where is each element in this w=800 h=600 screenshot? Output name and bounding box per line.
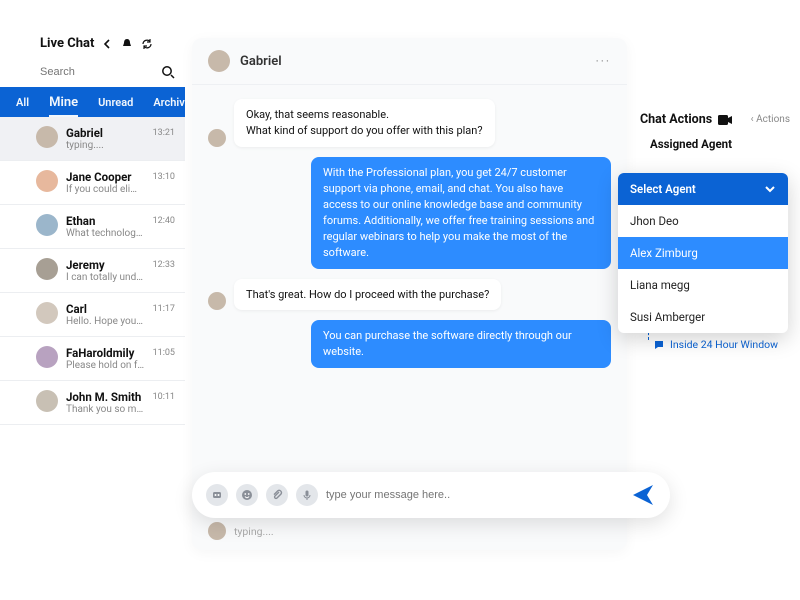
message-input[interactable] (326, 489, 622, 501)
emoji-icon[interactable] (236, 484, 258, 506)
chat-item-name: Gabriel (66, 126, 145, 140)
message-bubble: With the Professional plan, you get 24/7… (311, 157, 611, 269)
chat-item-time: 13:10 (153, 172, 175, 182)
message-bubble: You can purchase the software directly t… (311, 320, 611, 368)
chat-item-name: FaHaroldmily (66, 346, 145, 360)
chevron-left-icon[interactable] (100, 37, 114, 51)
chat-item-main: John M. SmithThank you so much... (66, 390, 145, 415)
refresh-icon[interactable] (140, 37, 154, 51)
chat-item-preview: If you could elim... (66, 184, 145, 195)
bot-icon[interactable] (206, 484, 228, 506)
chat-item-name: Jeremy (66, 258, 145, 272)
back-link[interactable]: ‹ Actions (751, 114, 790, 125)
chat-item-name: Jane Cooper (66, 170, 145, 184)
sidebar: Live Chat AllMineUnreadArchived Gabrielt… (0, 30, 185, 425)
agent-option[interactable]: Alex Zimburg (618, 237, 788, 269)
contact-avatar-small (208, 292, 226, 310)
chat-item-main: CarlHello. Hope you are ... (66, 302, 145, 327)
chat-item-name: Ethan (66, 214, 145, 228)
chat-list-item[interactable]: CarlHello. Hope you are ... 11:17 (0, 293, 185, 337)
bell-icon[interactable] (120, 37, 134, 51)
chat-item-preview: typing.... (66, 140, 145, 151)
agent-option[interactable]: Jhon Deo (618, 205, 788, 237)
video-icon[interactable] (718, 115, 732, 125)
send-button[interactable] (630, 482, 656, 508)
agent-dropdown-toggle[interactable]: Select Agent (618, 173, 788, 205)
agent-dropdown-label: Select Agent (630, 182, 696, 196)
contact-avatar (208, 50, 230, 72)
more-icon[interactable]: ··· (596, 54, 611, 68)
actions-title: Chat Actions (640, 112, 712, 127)
sidebar-header: Live Chat (0, 30, 185, 61)
chat-item-preview: I can totally understand..... (66, 272, 145, 283)
search-input[interactable] (40, 66, 150, 78)
search-row (0, 61, 185, 87)
avatar (36, 390, 58, 412)
chat-list-item[interactable]: FaHaroldmilyPlease hold on for ... 11:05 (0, 337, 185, 381)
chat-item-time: 13:21 (153, 128, 175, 138)
chat-item-preview: Please hold on for ... (66, 360, 145, 371)
typing-text: typing.... (234, 525, 274, 538)
chat-list-item[interactable]: John M. SmithThank you so much... 10:11 (0, 381, 185, 425)
tab-mine[interactable]: Mine (39, 95, 88, 110)
chat-filter-tabs: AllMineUnreadArchived (0, 87, 185, 117)
avatar (36, 214, 58, 236)
chat-list-item[interactable]: JeremyI can totally understand..... 12:33 (0, 249, 185, 293)
message-bubble: Okay, that seems reasonable.What kind of… (234, 99, 495, 147)
message-row: With the Professional plan, you get 24/7… (208, 157, 611, 269)
agent-option[interactable]: Susi Amberger (618, 301, 788, 333)
chat-list-item[interactable]: Jane CooperIf you could elim... 13:10 (0, 161, 185, 205)
contact-avatar-small (208, 522, 226, 540)
chat-item-main: JeremyI can totally understand..... (66, 258, 145, 283)
search-icon[interactable] (161, 65, 175, 79)
chat-item-preview: Hello. Hope you are ... (66, 316, 145, 327)
message-list: Okay, that seems reasonable.What kind of… (192, 85, 627, 518)
typing-indicator: typing.... (192, 518, 627, 550)
status-text: Inside 24 Hour Window (670, 338, 778, 351)
avatar (36, 346, 58, 368)
chat-item-preview: What technology are you... (66, 228, 145, 239)
tab-all[interactable]: All (0, 96, 39, 109)
chat-list-item[interactable]: EthanWhat technology are you... 12:40 (0, 205, 185, 249)
message-row: That's great. How do I proceed with the … (208, 279, 611, 311)
chat-item-main: FaHaroldmilyPlease hold on for ... (66, 346, 145, 371)
chat-actions-panel: Chat Actions ‹ Actions Assigned Agent (640, 112, 790, 157)
chat-item-main: Gabrieltyping.... (66, 126, 145, 151)
chat-item-time: 11:05 (153, 348, 175, 358)
chat-icon (654, 340, 664, 350)
mic-icon[interactable] (296, 484, 318, 506)
chat-item-main: EthanWhat technology are you... (66, 214, 145, 239)
chat-item-name: John M. Smith (66, 390, 145, 404)
agent-option[interactable]: Liana megg (618, 269, 788, 301)
sidebar-title: Live Chat (40, 36, 94, 51)
message-row: Okay, that seems reasonable.What kind of… (208, 99, 611, 147)
assigned-agent-label: Assigned Agent (650, 137, 790, 151)
chat-item-time: 12:33 (153, 260, 175, 270)
avatar (36, 302, 58, 324)
status-row[interactable]: Inside 24 Hour Window (654, 338, 778, 351)
chat-item-time: 11:17 (153, 304, 175, 314)
conversation-header: Gabriel ··· (192, 38, 627, 85)
chat-item-name: Carl (66, 302, 145, 316)
actions-header: Chat Actions ‹ Actions (640, 112, 790, 127)
chat-item-time: 10:11 (153, 392, 175, 402)
chat-list: Gabrieltyping.... 13:21 Jane CooperIf you … (0, 117, 185, 425)
chat-item-time: 12:40 (153, 216, 175, 226)
attach-icon[interactable] (266, 484, 288, 506)
message-bubble: That's great. How do I proceed with the … (234, 279, 501, 311)
avatar (36, 170, 58, 192)
chat-item-preview: Thank you so much... (66, 404, 145, 415)
chat-list-item[interactable]: Gabrieltyping.... 13:21 (0, 117, 185, 161)
contact-name: Gabriel (240, 54, 586, 69)
avatar (36, 126, 58, 148)
composer (192, 472, 670, 518)
agent-dropdown: Select Agent Jhon DeoAlex ZimburgLiana m… (618, 173, 788, 333)
chevron-down-icon (764, 185, 776, 193)
tab-unread[interactable]: Unread (88, 96, 143, 109)
message-row: You can purchase the software directly t… (208, 320, 611, 368)
avatar (36, 258, 58, 280)
chat-item-main: Jane CooperIf you could elim... (66, 170, 145, 195)
contact-avatar-small (208, 129, 226, 147)
